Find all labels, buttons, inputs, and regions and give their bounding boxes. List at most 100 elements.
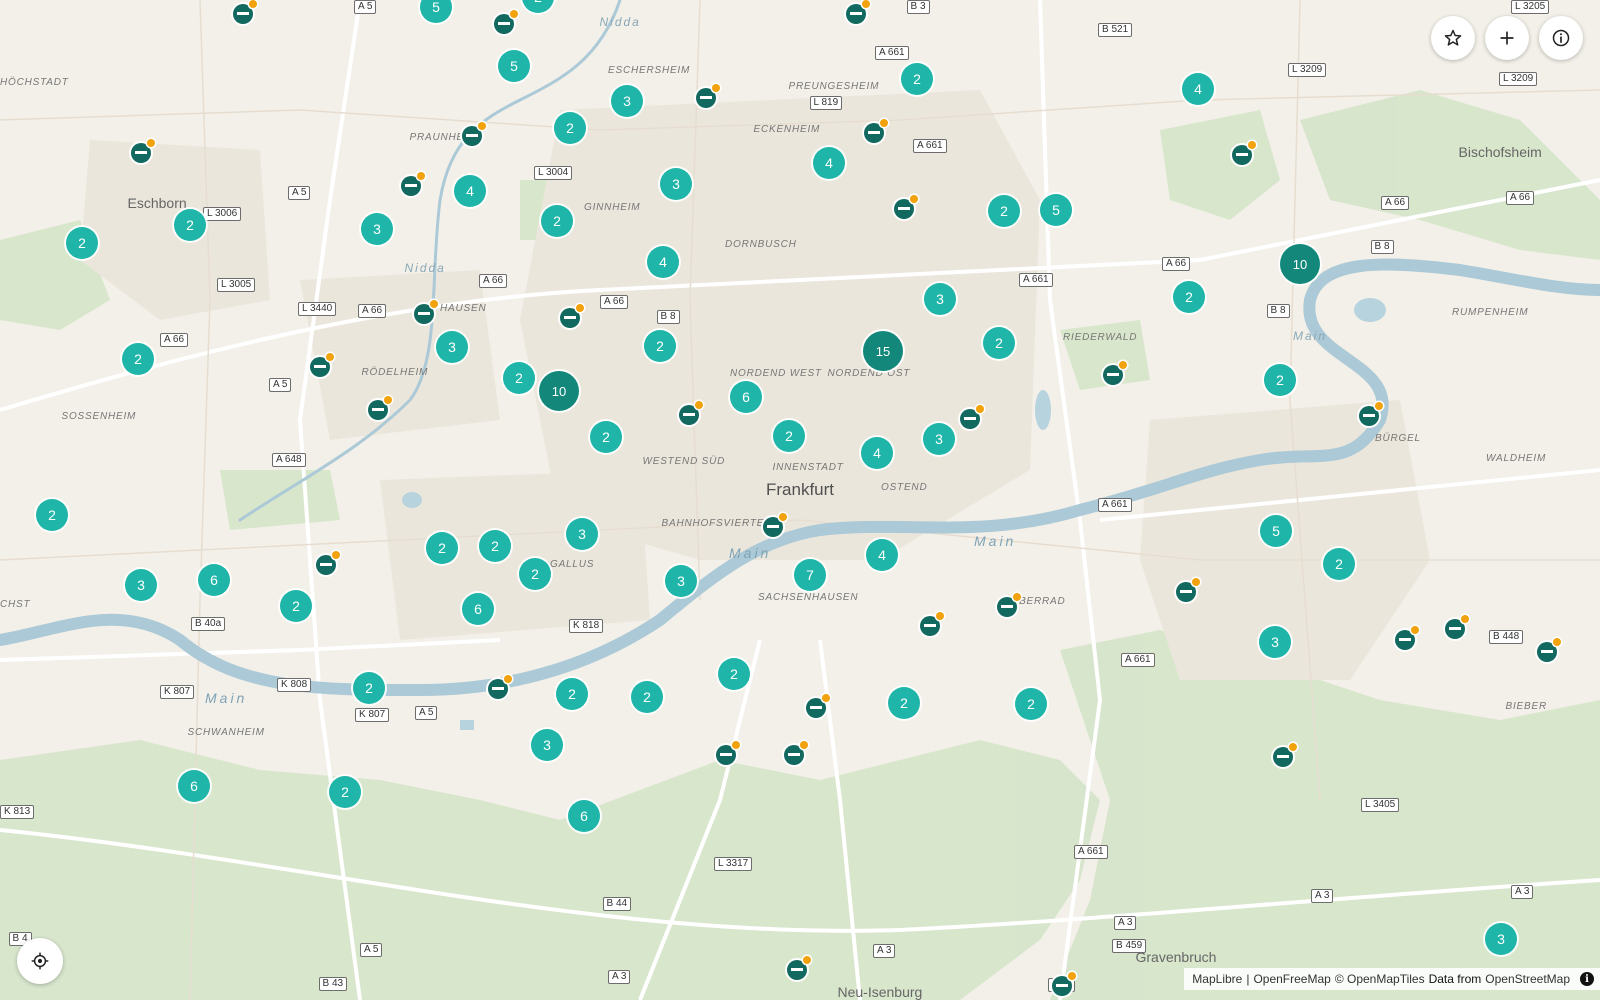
cluster-marker[interactable]: 2 xyxy=(426,532,458,564)
transit-stop-marker[interactable] xyxy=(310,353,334,377)
cluster-marker[interactable]: 2 xyxy=(280,590,312,622)
cluster-marker[interactable]: 2 xyxy=(122,343,154,375)
cluster-marker[interactable]: 3 xyxy=(566,518,598,550)
cluster-marker[interactable]: 4 xyxy=(647,246,679,278)
transit-stop-marker[interactable] xyxy=(679,401,703,425)
cluster-marker[interactable]: 2 xyxy=(519,558,551,590)
cluster-marker[interactable]: 2 xyxy=(556,678,588,710)
transit-stop-marker[interactable] xyxy=(763,513,787,537)
transit-stop-marker[interactable] xyxy=(784,741,808,765)
cluster-marker[interactable]: 2 xyxy=(718,658,750,690)
cluster-marker[interactable]: 10 xyxy=(539,371,579,411)
cluster-marker[interactable]: 2 xyxy=(1323,548,1355,580)
cluster-marker[interactable]: 3 xyxy=(1259,626,1291,658)
transit-stop-marker[interactable] xyxy=(1395,626,1419,650)
openstreetmap-link[interactable]: OpenStreetMap xyxy=(1485,972,1570,986)
attribution-info-icon[interactable]: i xyxy=(1580,972,1594,986)
cluster-marker[interactable]: 5 xyxy=(1040,194,1072,226)
transit-stop-marker[interactable] xyxy=(894,195,918,219)
openfreemap-link[interactable]: OpenFreeMap xyxy=(1253,972,1330,986)
maplibre-link[interactable]: MapLibre xyxy=(1192,972,1242,986)
cluster-marker[interactable]: 5 xyxy=(1260,515,1292,547)
cluster-marker[interactable]: 2 xyxy=(888,687,920,719)
cluster-marker[interactable]: 2 xyxy=(503,362,535,394)
cluster-marker[interactable]: 2 xyxy=(36,499,68,531)
transit-stop-marker[interactable] xyxy=(1052,972,1076,996)
cluster-marker[interactable]: 2 xyxy=(1264,364,1296,396)
cluster-marker[interactable]: 3 xyxy=(665,565,697,597)
transit-stop-marker[interactable] xyxy=(560,304,584,328)
cluster-marker[interactable]: 15 xyxy=(863,331,903,371)
transit-stop-marker[interactable] xyxy=(414,300,438,324)
cluster-marker[interactable]: 6 xyxy=(730,381,762,413)
cluster-marker[interactable]: 2 xyxy=(479,530,511,562)
transit-stop-marker[interactable] xyxy=(1445,615,1469,639)
cluster-marker[interactable]: 6 xyxy=(178,770,210,802)
transit-stop-marker[interactable] xyxy=(864,119,888,143)
transit-stop-marker[interactable] xyxy=(716,741,740,765)
cluster-marker[interactable]: 2 xyxy=(644,330,676,362)
transit-stop-marker[interactable] xyxy=(1359,402,1383,426)
transit-stop-marker[interactable] xyxy=(488,675,512,699)
transit-stop-marker[interactable] xyxy=(401,172,425,196)
transit-stop-marker[interactable] xyxy=(920,612,944,636)
cluster-marker[interactable]: 2 xyxy=(66,227,98,259)
cluster-marker[interactable]: 3 xyxy=(361,213,393,245)
transit-stop-marker[interactable] xyxy=(131,139,155,163)
cluster-marker[interactable]: 3 xyxy=(611,85,643,117)
cluster-marker[interactable]: 6 xyxy=(568,800,600,832)
transit-stop-marker[interactable] xyxy=(846,0,870,24)
transit-stop-marker[interactable] xyxy=(1273,743,1297,767)
openmaptiles-link[interactable]: © OpenMapTiles xyxy=(1335,972,1425,986)
cluster-marker[interactable]: 4 xyxy=(861,437,893,469)
cluster-marker[interactable]: 2 xyxy=(983,327,1015,359)
cluster-marker[interactable]: 2 xyxy=(773,420,805,452)
cluster-marker[interactable]: 4 xyxy=(813,147,845,179)
cluster-marker[interactable]: 2 xyxy=(353,672,385,704)
transit-stop-marker[interactable] xyxy=(1232,141,1256,165)
cluster-marker[interactable]: 3 xyxy=(660,168,692,200)
cluster-marker[interactable]: 4 xyxy=(1182,73,1214,105)
info-button[interactable] xyxy=(1539,16,1583,60)
cluster-marker[interactable]: 3 xyxy=(1485,923,1517,955)
cluster-marker[interactable]: 4 xyxy=(454,175,486,207)
cluster-marker[interactable]: 3 xyxy=(531,729,563,761)
cluster-marker[interactable]: 2 xyxy=(174,209,206,241)
cluster-marker[interactable]: 6 xyxy=(462,593,494,625)
transit-stop-marker[interactable] xyxy=(1176,578,1200,602)
zoom-in-button[interactable] xyxy=(1485,16,1529,60)
transit-stop-marker[interactable] xyxy=(233,0,257,24)
transit-stop-marker[interactable] xyxy=(316,551,340,575)
cluster-marker[interactable]: 2 xyxy=(1173,281,1205,313)
cluster-marker[interactable]: 3 xyxy=(923,423,955,455)
transit-stop-marker[interactable] xyxy=(368,396,392,420)
transit-stop-marker[interactable] xyxy=(960,405,984,429)
cluster-marker[interactable]: 3 xyxy=(436,331,468,363)
cluster-marker[interactable]: 2 xyxy=(554,112,586,144)
cluster-marker[interactable]: 6 xyxy=(198,564,230,596)
cluster-marker[interactable]: 2 xyxy=(329,776,361,808)
cluster-marker[interactable]: 10 xyxy=(1280,244,1320,284)
cluster-marker[interactable]: 7 xyxy=(794,559,826,591)
cluster-marker[interactable]: 4 xyxy=(866,539,898,571)
transit-stop-marker[interactable] xyxy=(696,84,720,108)
favorites-button[interactable] xyxy=(1431,16,1475,60)
cluster-marker[interactable]: 3 xyxy=(125,569,157,601)
cluster-marker[interactable]: 2 xyxy=(901,63,933,95)
cluster-marker[interactable]: 5 xyxy=(498,50,530,82)
cluster-marker[interactable]: 2 xyxy=(541,205,573,237)
cluster-marker[interactable]: 2 xyxy=(631,681,663,713)
map-canvas[interactable] xyxy=(0,0,1600,1000)
cluster-marker[interactable]: 3 xyxy=(924,283,956,315)
transit-stop-marker[interactable] xyxy=(787,956,811,980)
transit-stop-marker[interactable] xyxy=(1103,361,1127,385)
cluster-marker[interactable]: 2 xyxy=(988,195,1020,227)
transit-stop-marker[interactable] xyxy=(1537,638,1561,662)
locate-me-button[interactable] xyxy=(17,938,63,984)
transit-stop-marker[interactable] xyxy=(462,122,486,146)
transit-stop-marker[interactable] xyxy=(806,694,830,718)
transit-stop-marker[interactable] xyxy=(494,10,518,34)
transit-stop-marker[interactable] xyxy=(997,593,1021,617)
cluster-marker[interactable]: 2 xyxy=(1015,688,1047,720)
cluster-marker[interactable]: 2 xyxy=(590,421,622,453)
